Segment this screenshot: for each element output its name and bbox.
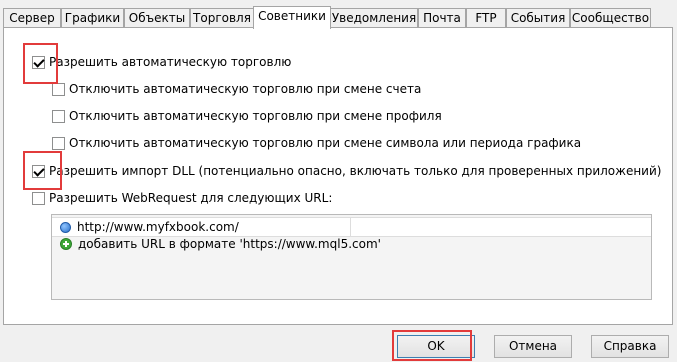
allow-dll-import-label: Разрешить импорт DLL (потенциально опасн…	[49, 164, 662, 178]
disable-on-symbol-change-checkbox[interactable]	[52, 136, 65, 150]
highlight-ok-button	[392, 330, 472, 361]
help-button[interactable]: Справка	[591, 335, 669, 358]
disable-on-account-change-option[interactable]: Отключить автоматическую торговлю при см…	[52, 82, 421, 96]
tab-events[interactable]: События	[506, 8, 570, 27]
add-url-row[interactable]: добавить URL в формате 'https://www.mql5…	[52, 235, 651, 253]
cancel-button[interactable]: Отмена	[494, 335, 572, 358]
allow-webrequest-option[interactable]: Разрешить WebRequest для следующих URL:	[32, 191, 332, 205]
add-url-hint: добавить URL в формате 'https://www.mql5…	[78, 237, 381, 251]
tab-charts[interactable]: Графики	[61, 8, 124, 27]
tab-community[interactable]: Сообщество	[570, 8, 651, 27]
expert-advisors-panel: Разрешить автоматическую торговлю Отключ…	[3, 27, 673, 325]
url-text: http://www.myfxbook.com/	[77, 220, 239, 234]
disable-on-profile-change-checkbox[interactable]	[52, 109, 65, 123]
tab-expert-advisors[interactable]: Советники	[253, 6, 331, 29]
tab-notifications[interactable]: Уведомления	[330, 8, 418, 27]
allow-webrequest-checkbox[interactable]	[32, 191, 45, 205]
disable-on-profile-change-label: Отключить автоматическую торговлю при см…	[69, 109, 442, 123]
disable-on-account-change-checkbox[interactable]	[52, 82, 65, 96]
tab-email[interactable]: Почта	[418, 8, 466, 27]
allow-webrequest-label: Разрешить WebRequest для следующих URL:	[49, 191, 333, 205]
disable-on-profile-change-option[interactable]: Отключить автоматическую торговлю при см…	[52, 109, 442, 123]
tab-trade[interactable]: Торговля	[190, 8, 254, 27]
tab-server[interactable]: Сервер	[3, 8, 61, 27]
tab-ftp[interactable]: FTP	[466, 8, 506, 27]
allow-dll-import-option[interactable]: Разрешить импорт DLL (потенциально опасн…	[32, 164, 661, 178]
column-separator	[350, 218, 351, 236]
highlight-dll-checkbox	[23, 151, 62, 190]
tab-objects[interactable]: Объекты	[124, 8, 190, 27]
url-list-item[interactable]: http://www.myfxbook.com/	[52, 217, 651, 237]
allow-auto-trading-label: Разрешить автоматическую торговлю	[49, 55, 292, 69]
disable-on-symbol-change-option[interactable]: Отключить автоматическую торговлю при см…	[52, 136, 581, 150]
allow-auto-trading-option[interactable]: Разрешить автоматическую торговлю	[32, 55, 291, 69]
plus-icon	[60, 238, 72, 250]
highlight-auto-trading-checkbox	[23, 43, 58, 84]
url-list[interactable]: http://www.myfxbook.com/ добавить URL в …	[51, 214, 652, 300]
globe-icon	[60, 221, 71, 233]
disable-on-account-change-label: Отключить автоматическую торговлю при см…	[69, 82, 422, 96]
disable-on-symbol-change-label: Отключить автоматическую торговлю при см…	[69, 136, 582, 150]
